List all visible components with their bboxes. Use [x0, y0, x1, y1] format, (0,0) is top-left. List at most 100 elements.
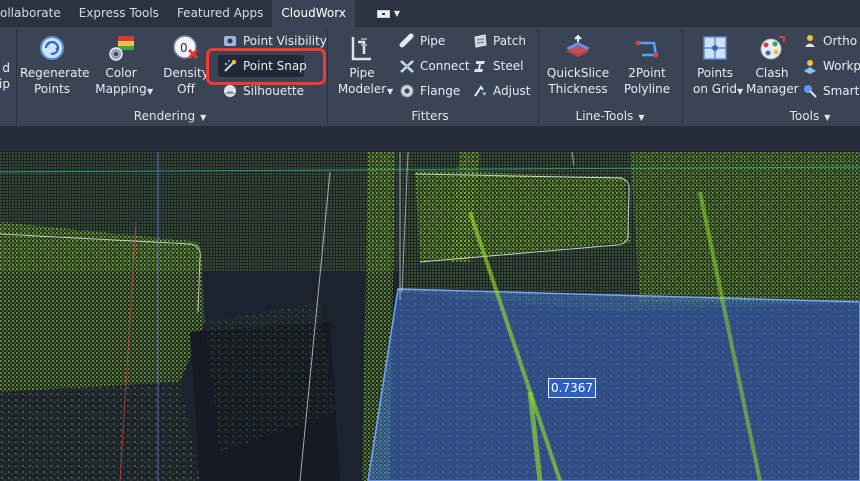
- tools-label: Tools: [789, 109, 820, 123]
- rendering-group-label[interactable]: Rendering ▼: [120, 107, 220, 127]
- points-on-grid-label-1: Points: [696, 66, 734, 80]
- clash-manager-button[interactable]: Clash Manager: [746, 33, 799, 97]
- tab-cloudworx[interactable]: CloudWorx: [272, 0, 355, 27]
- dimension-input-field[interactable]: 0.7367: [548, 378, 596, 398]
- smartpick-icon: [802, 83, 818, 99]
- two-point-label-2: Polyline: [623, 82, 671, 96]
- separator: [16, 29, 17, 124]
- workplane-button[interactable]: Workpl: [802, 56, 860, 76]
- silhouette-label: Silhouette: [243, 84, 305, 98]
- regenerate-points-label-2: Points: [33, 82, 71, 96]
- color-mapping-label-2: Mapping: [95, 82, 147, 96]
- density-off-icon: 0: [171, 33, 201, 63]
- patch-icon: [472, 33, 488, 49]
- workplane-icon: [802, 58, 818, 74]
- pipe-button[interactable]: Pipe: [399, 31, 445, 51]
- points-on-grid-icon: [700, 33, 730, 63]
- quickslice-label-1: QuickSlice: [546, 66, 610, 80]
- pipe-label: Pipe: [420, 34, 446, 48]
- patch-button[interactable]: Patch: [472, 31, 526, 51]
- silhouette-icon: [222, 83, 238, 99]
- flag-icon: [376, 9, 390, 18]
- color-mapping-label-1: Color: [105, 66, 137, 80]
- tools-group-label[interactable]: Tools ▼: [770, 107, 850, 127]
- pipe-modeler-dropdown-icon[interactable]: ▼: [387, 87, 393, 96]
- tab-featured-apps[interactable]: Featured Apps: [168, 0, 272, 27]
- density-off-button[interactable]: 0 Density Off: [162, 33, 210, 97]
- pipe-icon: [399, 33, 415, 49]
- quickslice-thickness-icon: [563, 33, 593, 63]
- quickslice-label-2: Thickness: [548, 82, 608, 96]
- point-snap-highlight-frame: [206, 48, 326, 85]
- steel-icon: [472, 58, 488, 74]
- points-on-grid-dropdown-icon[interactable]: ▼: [737, 87, 743, 96]
- point-cloud-floor-left: [0, 382, 200, 481]
- workplane-label: Workpl: [823, 59, 860, 73]
- rendering-label: Rendering: [133, 109, 196, 123]
- flange-icon: [399, 83, 415, 99]
- adjust-icon: [472, 83, 488, 99]
- connect-label: Connect: [420, 59, 470, 73]
- color-mapping-icon: [106, 33, 136, 63]
- ribbon-panel: d ip Regenerate Points Color Mapping ▼ 0…: [0, 27, 860, 126]
- density-off-label-2: Off: [177, 82, 195, 96]
- smartpick-label: SmartP: [823, 84, 860, 98]
- adjust-button[interactable]: Adjust: [472, 81, 531, 101]
- steel-label: Steel: [493, 59, 524, 73]
- color-mapping-button[interactable]: Color Mapping: [93, 33, 149, 97]
- point-cloud-on-plane: [368, 289, 860, 481]
- flange-label: Flange: [420, 84, 461, 98]
- steel-button[interactable]: Steel: [472, 56, 523, 76]
- pipe-modeler-label-1: Pipe: [349, 66, 375, 80]
- tab-express-tools[interactable]: Express Tools: [70, 0, 168, 27]
- regenerate-points-button[interactable]: Regenerate Points: [20, 33, 90, 97]
- separator: [538, 29, 539, 124]
- line-tools-group-label[interactable]: Line-Tools ▼: [560, 107, 660, 127]
- chevron-down-icon: ▼: [393, 9, 401, 18]
- pipe-modeler-icon: [347, 33, 377, 63]
- ortho-button[interactable]: Ortho I: [802, 31, 860, 51]
- points-on-grid-label-2: on Grid: [693, 82, 737, 96]
- patch-label: Patch: [493, 34, 526, 48]
- ortho-label: Ortho I: [823, 34, 860, 48]
- clash-manager-label-1: Clash: [755, 66, 789, 80]
- ortho-icon: [802, 33, 818, 49]
- tab-collaborate[interactable]: ollaborate: [0, 0, 70, 27]
- clash-manager-icon: [757, 33, 787, 63]
- cut-off-label-1: d: [2, 61, 10, 75]
- chevron-down-icon: ▼: [638, 113, 645, 122]
- regenerate-points-icon: [37, 33, 67, 63]
- separator: [327, 29, 328, 124]
- points-on-grid-button[interactable]: Points on Grid: [690, 33, 740, 97]
- smartpick-button[interactable]: SmartP: [802, 81, 860, 101]
- file-tab-strip: [0, 126, 860, 152]
- drawing-viewport[interactable]: 0.7367: [0, 152, 860, 481]
- color-mapping-dropdown-icon[interactable]: ▼: [147, 87, 153, 96]
- silhouette-button[interactable]: Silhouette: [222, 81, 304, 101]
- ribbon-tab-bar: ollaborate Express Tools Featured Apps C…: [0, 0, 860, 27]
- connect-button[interactable]: Connect: [399, 56, 470, 76]
- clash-manager-label-2: Manager: [746, 82, 799, 96]
- workspace-switcher[interactable]: ▼: [376, 9, 401, 18]
- flange-button[interactable]: Flange: [399, 81, 460, 101]
- connect-icon: [399, 58, 415, 74]
- pipe-modeler-button[interactable]: Pipe Modeler: [334, 33, 390, 97]
- autocad-window: ollaborate Express Tools Featured Apps C…: [0, 0, 860, 481]
- line-tools-label: Line-Tools: [575, 109, 634, 123]
- density-off-label-1: Density: [163, 66, 209, 80]
- point-cloud-canvas: [0, 152, 860, 481]
- regenerate-points-label-1: Regenerate: [20, 66, 90, 80]
- fitters-group-label: Fitters: [380, 107, 480, 125]
- cut-off-label-2: ip: [0, 77, 10, 91]
- adjust-label: Adjust: [493, 84, 531, 98]
- quickslice-thickness-button[interactable]: QuickSlice Thickness: [546, 33, 610, 97]
- point-cloud-left-block: [0, 222, 205, 392]
- cut-off-button[interactable]: d ip: [0, 60, 10, 92]
- svg-text:0: 0: [180, 41, 188, 55]
- two-point-polyline-button[interactable]: 2Point Polyline: [622, 33, 672, 97]
- two-point-label-1: 2Point: [628, 66, 666, 80]
- two-point-polyline-icon: [632, 33, 662, 63]
- chevron-down-icon: ▼: [824, 113, 831, 122]
- separator: [682, 29, 683, 124]
- point-cloud-right-structure: [630, 152, 860, 302]
